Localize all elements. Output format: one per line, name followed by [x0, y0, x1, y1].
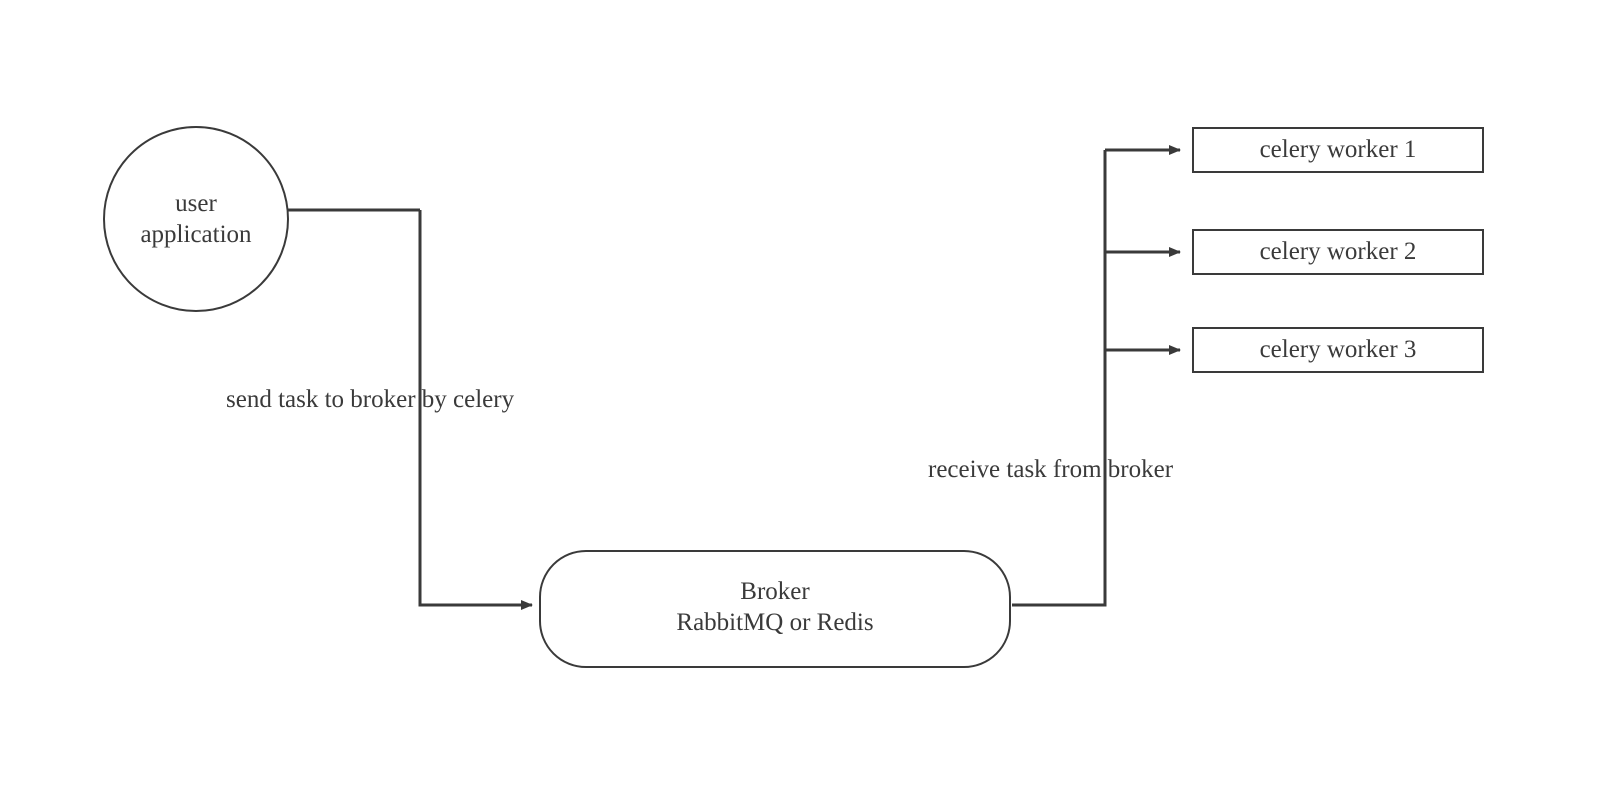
worker-1-label: celery worker 1 [1260, 136, 1417, 164]
worker-box-1: celery worker 1 [1192, 127, 1484, 173]
worker-box-3: celery worker 3 [1192, 327, 1484, 373]
user-application-label: user application [120, 188, 272, 251]
broker-line1: Broker [740, 578, 809, 605]
edge-send-label: send task to broker by celery [226, 386, 514, 414]
broker-line2: RabbitMQ or Redis [676, 609, 873, 636]
user-line1: user [175, 190, 217, 217]
worker-3-label: celery worker 3 [1260, 336, 1417, 364]
worker-2-label: celery worker 2 [1260, 238, 1417, 266]
broker-label: Broker RabbitMQ or Redis [540, 576, 1010, 639]
edge-receive-label: receive task from broker [928, 456, 1173, 484]
arrow-broker-riser [1012, 150, 1105, 605]
worker-box-2: celery worker 2 [1192, 229, 1484, 275]
user-line2: application [140, 221, 251, 248]
